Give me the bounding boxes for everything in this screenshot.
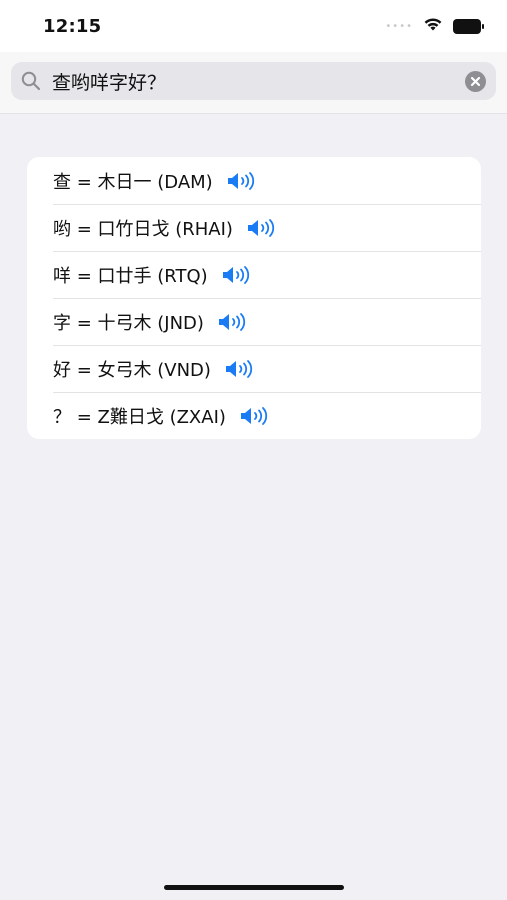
list-item[interactable]: 好 = 女弓木 (VND) <box>27 345 481 392</box>
search-box[interactable] <box>11 62 496 100</box>
result-text: ？ = Z難日戈 (ZXAI) <box>53 406 226 428</box>
result-text: 查 = 木日一 (DAM) <box>53 171 213 193</box>
list-item[interactable]: 哟 = 口竹日戈 (RHAI) <box>27 204 481 251</box>
speaker-icon[interactable] <box>225 359 257 379</box>
result-text: 好 = 女弓木 (VND) <box>53 359 211 381</box>
status-icons: •••• <box>385 16 485 36</box>
status-bar: 12:15 •••• <box>0 0 507 52</box>
search-input[interactable] <box>52 62 452 100</box>
results-list: 查 = 木日一 (DAM) 哟 = 口竹日戈 (RHAI) 咩 = 口廿手 (R… <box>27 157 481 439</box>
search-icon <box>21 71 41 91</box>
wifi-icon <box>423 16 443 36</box>
list-item[interactable]: ？ = Z難日戈 (ZXAI) <box>27 392 481 439</box>
search-bar-container <box>0 52 507 114</box>
home-indicator[interactable] <box>164 885 344 890</box>
status-time: 12:15 <box>43 16 102 37</box>
battery-icon <box>453 18 485 34</box>
speaker-icon[interactable] <box>227 171 259 191</box>
speaker-icon[interactable] <box>247 218 279 238</box>
clear-icon[interactable] <box>465 71 486 92</box>
speaker-icon[interactable] <box>222 265 254 285</box>
list-item[interactable]: 字 = 十弓木 (JND) <box>27 298 481 345</box>
result-text: 字 = 十弓木 (JND) <box>53 312 204 334</box>
list-item[interactable]: 查 = 木日一 (DAM) <box>27 157 481 204</box>
result-text: 哟 = 口竹日戈 (RHAI) <box>53 218 233 240</box>
cellular-dots-icon: •••• <box>385 20 413 32</box>
speaker-icon[interactable] <box>218 312 250 332</box>
speaker-icon[interactable] <box>240 406 272 426</box>
result-text: 咩 = 口廿手 (RTQ) <box>53 265 208 287</box>
list-item[interactable]: 咩 = 口廿手 (RTQ) <box>27 251 481 298</box>
